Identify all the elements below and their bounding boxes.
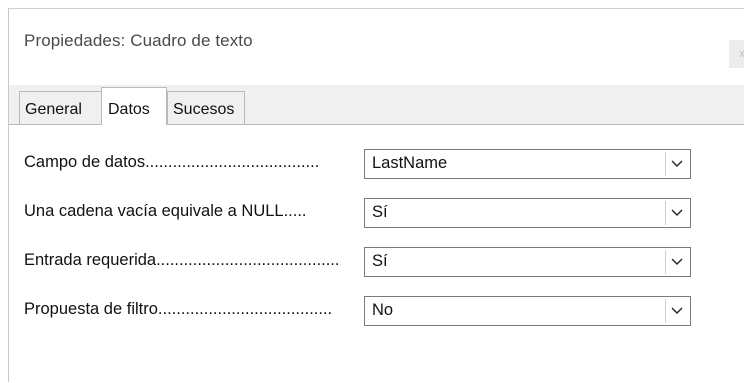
chevron-down-icon[interactable] [665, 250, 688, 274]
chevron-down-icon[interactable] [665, 152, 688, 176]
chevron-down-icon[interactable] [665, 299, 688, 323]
tab-general[interactable]: General [19, 91, 102, 124]
chevron-down-icon[interactable] [665, 201, 688, 225]
empty-string-null-select[interactable]: Sí [364, 198, 691, 228]
properties-dialog: Propiedades: Cuadro de texto x General D… [8, 8, 744, 383]
close-button[interactable]: x [729, 40, 744, 68]
data-field-select[interactable]: LastName [364, 149, 691, 179]
field-label: Entrada requerida.......................… [24, 251, 340, 269]
select-value: Sí [372, 203, 388, 221]
tab-sucesos[interactable]: Sucesos [167, 91, 245, 124]
tab-datos[interactable]: Datos [101, 87, 167, 126]
dialog-title: Propiedades: Cuadro de texto [24, 31, 253, 50]
required-entry-select[interactable]: Sí [364, 247, 691, 277]
tab-content-datos: Campo de datos..........................… [9, 125, 744, 383]
tab-bar: General Datos Sucesos [9, 85, 744, 126]
field-label: Propuesta de filtro.....................… [24, 300, 333, 318]
filter-proposal-select[interactable]: No [364, 296, 691, 326]
select-value: Sí [372, 252, 388, 270]
field-label: Una cadena vacía equivale a NULL..... [24, 202, 307, 220]
field-label: Campo de datos..........................… [24, 153, 320, 171]
dialog-titlebar: Propiedades: Cuadro de texto x [9, 9, 744, 75]
select-value: No [372, 301, 394, 319]
select-value: LastName [372, 154, 448, 172]
